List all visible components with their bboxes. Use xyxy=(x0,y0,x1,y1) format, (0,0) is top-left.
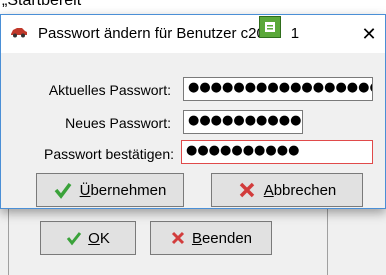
car-icon xyxy=(10,25,28,38)
apply-button-label: Übernehmen xyxy=(79,181,167,199)
current-password-label: Aktuelles Passwort: xyxy=(48,82,171,98)
apply-button[interactable]: Übernehmen xyxy=(36,173,184,207)
background-ok-label: OK xyxy=(88,229,110,247)
cancel-button-label: Abbrechen xyxy=(263,181,337,199)
background-window-strip: „Startbereit“ xyxy=(0,0,386,14)
confirm-password-value: ●●●●●●●●●● xyxy=(186,143,300,158)
current-password-input[interactable]: ●●●●●●●●●●●●●●●●●●●● xyxy=(183,77,373,101)
background-quit-button[interactable]: Beenden xyxy=(150,221,272,255)
dialog-title-suffix: 1 xyxy=(290,25,300,42)
background-ok-button[interactable]: OK xyxy=(40,221,136,255)
cancel-button[interactable]: Abbrechen xyxy=(211,173,363,207)
check-icon xyxy=(54,181,72,199)
dialog-title-text: Passwort ändern für Benutzer c20 xyxy=(38,25,265,42)
new-password-label: Neues Passwort: xyxy=(65,115,171,131)
current-password-value: ●●●●●●●●●●●●●●●●●●●● xyxy=(188,80,372,95)
confirm-password-input[interactable]: ●●●●●●●●●● xyxy=(181,140,373,164)
new-password-value: ●●●●●●●●●● xyxy=(188,113,302,128)
close-icon[interactable]: ✕ xyxy=(351,17,386,51)
cross-icon xyxy=(170,230,186,246)
background-quit-label: Beenden xyxy=(191,229,253,247)
change-password-dialog: Passwort ändern für Benutzer c20 1 ✕ Aktu… xyxy=(0,14,386,209)
new-password-input[interactable]: ●●●●●●●●●● xyxy=(183,110,303,134)
confirm-password-label: Passwort bestätigen: xyxy=(44,146,174,162)
check-icon xyxy=(66,230,82,246)
cross-icon xyxy=(238,181,256,199)
dialog-titlebar[interactable]: Passwort ändern für Benutzer c20 1 ✕ xyxy=(1,15,385,53)
background-strip-text: „Startbereit“ xyxy=(2,0,87,9)
app-overlay-icon xyxy=(259,16,281,38)
